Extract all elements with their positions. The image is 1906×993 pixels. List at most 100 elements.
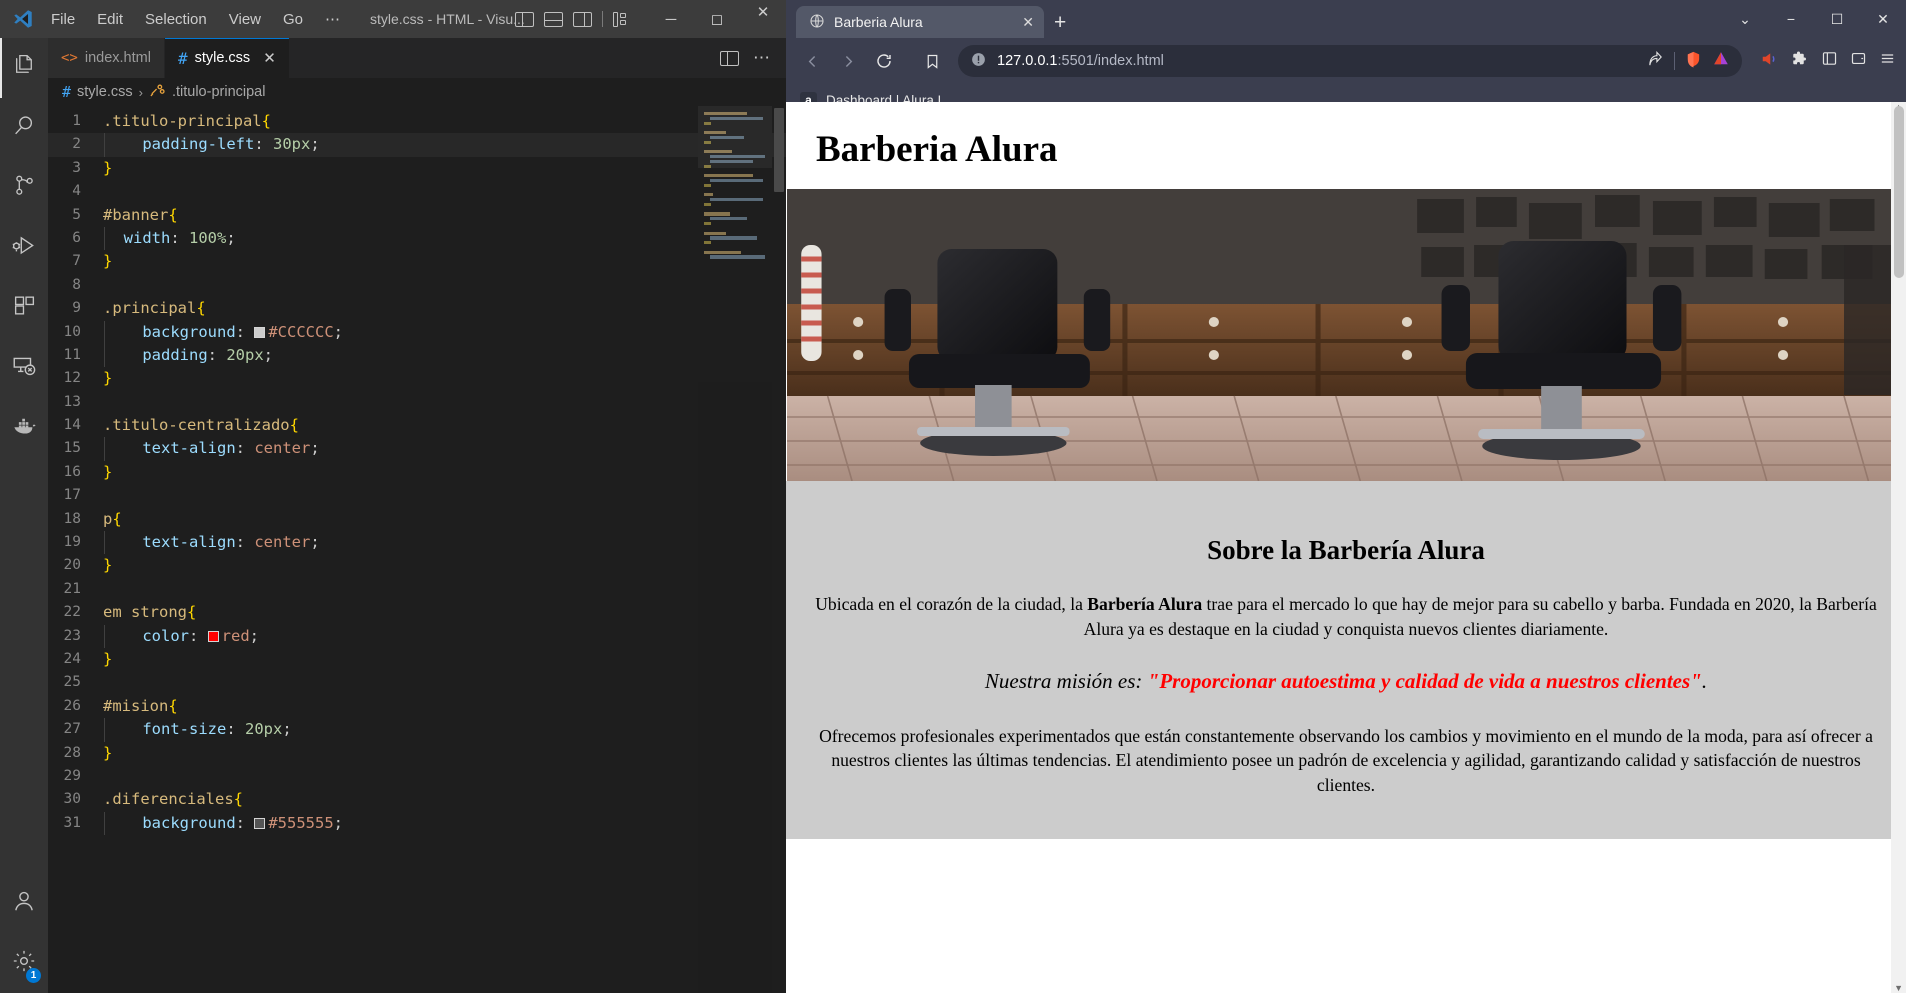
breadcrumb-file[interactable]: style.css [77, 84, 133, 100]
editor-tab-index-html[interactable]: <> index.html [48, 38, 165, 78]
browser-toolbar[interactable]: 127.0.0.1:5501/index.html [786, 38, 1906, 84]
share-icon[interactable] [1647, 50, 1664, 72]
sidebar-item-settings[interactable]: 1 [0, 933, 48, 993]
editor-tab-style-css[interactable]: # style.css ✕ [164, 38, 290, 78]
address-bar[interactable]: 127.0.0.1:5501/index.html [958, 45, 1742, 77]
code-line[interactable]: 30 .diferenciales{ [48, 788, 786, 811]
vscode-window-controls[interactable]: ─ ◻ ✕ [648, 0, 786, 38]
code-line[interactable]: 1 .titulo-principal{ [48, 110, 786, 133]
browser-close-button[interactable]: ✕ [1860, 0, 1906, 38]
vscode-layout-controls[interactable] [515, 0, 626, 38]
code-content[interactable]: 1 .titulo-principal{2 padding-left: 30px;… [48, 106, 786, 993]
close-icon[interactable]: ✕ [1022, 14, 1034, 31]
vscode-close-button[interactable]: ✕ [740, 0, 786, 23]
breadcrumb[interactable]: # style.css › .titulo-principal [48, 78, 786, 106]
close-icon[interactable]: ✕ [263, 49, 276, 67]
not-secure-icon[interactable] [970, 51, 987, 72]
editor-tab-bar[interactable]: <> index.html # style.css ✕ ⋯ [48, 38, 786, 78]
browser-minimize-button[interactable]: − [1768, 0, 1814, 38]
code-line[interactable]: 24} [48, 648, 786, 671]
code-line[interactable]: 19 text-align: center; [48, 531, 786, 555]
brave-leo-icon[interactable] [1760, 50, 1779, 73]
browser-extension-icons[interactable] [1752, 50, 1896, 73]
code-line[interactable]: 29 [48, 765, 786, 788]
code-line[interactable]: 12} [48, 367, 786, 390]
sidebar-item-docker[interactable] [0, 398, 48, 458]
vscode-menubar[interactable]: File Edit Selection View Go ⋯ [40, 6, 351, 32]
bookmark-icon[interactable] [916, 45, 948, 77]
panel-right-icon[interactable] [573, 11, 592, 27]
breadcrumb-symbol[interactable]: .titulo-principal [172, 84, 266, 100]
brave-rewards-icon[interactable] [1712, 50, 1730, 72]
reload-button[interactable] [868, 45, 900, 77]
code-editor[interactable]: 1 .titulo-principal{2 padding-left: 30px;… [48, 106, 786, 993]
sidebar-item-remote-explorer[interactable] [0, 338, 48, 398]
vscode-maximize-button[interactable]: ◻ [694, 0, 740, 38]
sidebar-item-run-debug[interactable] [0, 218, 48, 278]
menu-view[interactable]: View [218, 7, 272, 32]
code-line[interactable]: 17 [48, 484, 786, 507]
scroll-down-icon[interactable]: ▼ [1894, 983, 1903, 993]
editor-minimap[interactable] [698, 106, 772, 993]
sidebar-icon[interactable] [1821, 50, 1838, 72]
browser-tab[interactable]: Barberia Alura ✕ [796, 6, 1044, 38]
editor-tab-actions[interactable]: ⋯ [720, 38, 786, 78]
code-line[interactable]: 26 #mision{ [48, 695, 786, 718]
code-line[interactable]: 28} [48, 742, 786, 765]
menu-go[interactable]: Go [272, 7, 314, 32]
code-line[interactable]: 15 text-align: center; [48, 437, 786, 461]
split-editor-icon[interactable] [720, 50, 739, 66]
page-scrollbar-thumb[interactable] [1894, 106, 1904, 278]
url-text[interactable]: 127.0.0.1:5501/index.html [997, 53, 1164, 69]
code-line[interactable]: 3} [48, 157, 786, 180]
new-tab-button[interactable]: + [1054, 11, 1066, 38]
extensions-puzzle-icon[interactable] [1791, 50, 1809, 73]
sidebar-item-source-control[interactable] [0, 158, 48, 218]
code-line[interactable]: 6 width: 100%; [48, 226, 786, 251]
code-line[interactable]: 11 padding: 20px; [48, 343, 786, 368]
forward-button[interactable] [832, 45, 864, 77]
browser-window-controls[interactable]: ⌄ − ☐ ✕ [1722, 0, 1906, 38]
vscode-activity-bar[interactable]: 1 [0, 38, 48, 993]
sidebar-item-search[interactable] [0, 98, 48, 158]
menu-selection[interactable]: Selection [134, 7, 218, 32]
code-line[interactable]: 18 p{ [48, 508, 786, 531]
panel-left-icon[interactable] [515, 11, 534, 27]
page-scrollbar[interactable]: ▲ ▼ [1891, 102, 1906, 993]
browser-maximize-button[interactable]: ☐ [1814, 0, 1860, 38]
brave-shields-icon[interactable] [1685, 50, 1702, 72]
code-line[interactable]: 7} [48, 250, 786, 273]
code-line[interactable]: 23 color: red; [48, 624, 786, 648]
menu-file[interactable]: File [40, 7, 86, 32]
code-line[interactable]: 22 em strong{ [48, 601, 786, 624]
back-button[interactable] [796, 45, 828, 77]
omnibox-actions[interactable] [1647, 50, 1730, 72]
menu-icon[interactable] [1879, 50, 1896, 72]
code-line[interactable]: 4 [48, 180, 786, 203]
browser-tab-strip[interactable]: Barberia Alura ✕ + ⌄ − ☐ ✕ [786, 0, 1906, 38]
tab-search-icon[interactable]: ⌄ [1722, 0, 1768, 38]
wallet-icon[interactable] [1850, 50, 1867, 72]
panel-bottom-icon[interactable] [544, 11, 563, 27]
editor-scrollbar-thumb[interactable] [774, 108, 784, 192]
code-line[interactable]: 25 [48, 671, 786, 694]
code-line[interactable]: 13 [48, 391, 786, 414]
sidebar-item-explorer[interactable] [0, 38, 48, 98]
code-line[interactable]: 2 padding-left: 30px; [48, 133, 786, 157]
code-line[interactable]: 27 font-size: 20px; [48, 718, 786, 742]
code-line[interactable]: 9 .principal{ [48, 297, 786, 320]
page-viewport[interactable]: Barberia Alura Sobre la Barbería Alura U… [786, 102, 1906, 993]
sidebar-item-extensions[interactable] [0, 278, 48, 338]
code-line[interactable]: 5 #banner{ [48, 204, 786, 227]
menu-more[interactable]: ⋯ [314, 6, 351, 32]
code-line[interactable]: 14 .titulo-centralizado{ [48, 414, 786, 437]
code-line[interactable]: 20} [48, 554, 786, 577]
sidebar-item-accounts[interactable] [0, 873, 48, 933]
activity-bar-bottom[interactable]: 1 [0, 873, 48, 993]
customize-layout-icon[interactable] [613, 11, 626, 27]
code-line[interactable]: 21 [48, 578, 786, 601]
more-actions-icon[interactable]: ⋯ [753, 48, 770, 68]
code-line[interactable]: 8 [48, 274, 786, 297]
minimap-slider[interactable] [698, 106, 772, 168]
code-line[interactable]: 16} [48, 461, 786, 484]
